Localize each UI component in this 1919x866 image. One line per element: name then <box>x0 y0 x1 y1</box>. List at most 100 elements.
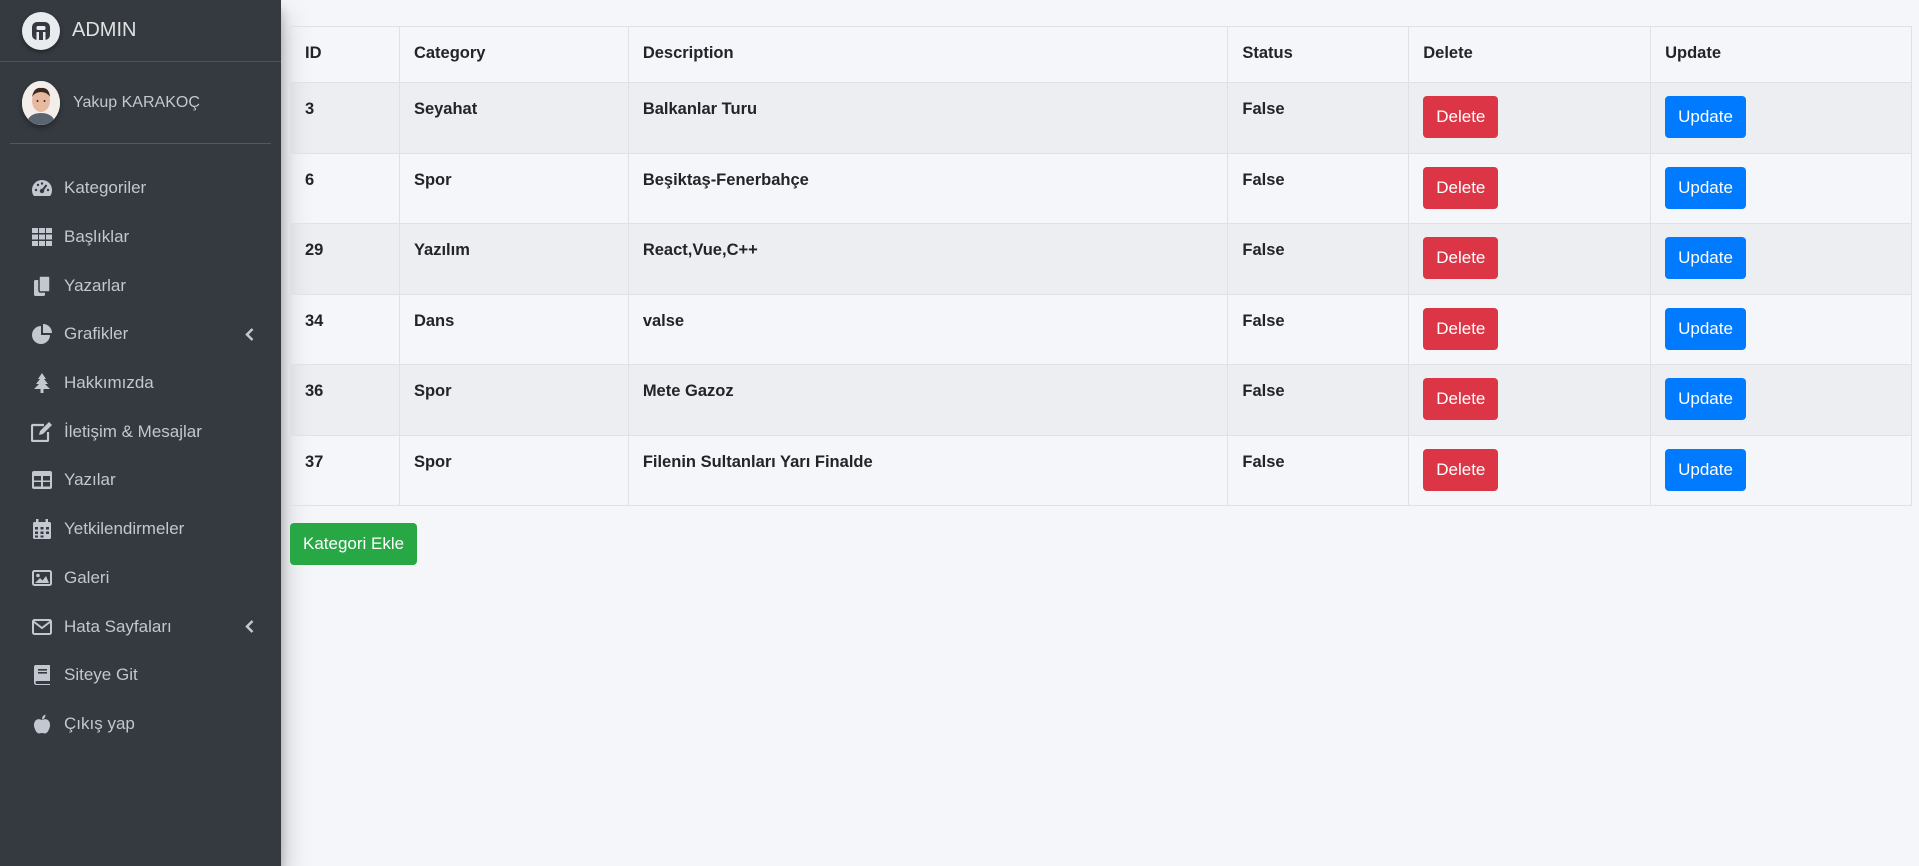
tachometer-icon <box>30 177 54 199</box>
sidebar-item-yetkilendirmeler[interactable]: Yetkilendirmeler <box>0 505 281 554</box>
cell-update: Update <box>1650 82 1912 154</box>
sidebar-item-label: İletişim & Mesajlar <box>64 421 202 441</box>
delete-button[interactable]: Delete <box>1423 448 1499 491</box>
sidebar-item-yazarlar[interactable]: Yazarlar <box>0 261 281 310</box>
column-header-update: Update <box>1650 26 1912 83</box>
brand-title: ADMIN <box>72 19 137 41</box>
sidebar-item-label: Galeri <box>64 567 110 587</box>
edit-icon <box>30 421 54 443</box>
cell-delete: Delete <box>1408 82 1652 154</box>
cell-status: False <box>1227 434 1410 506</box>
add-category-button[interactable]: Kategori Ekle <box>290 523 418 565</box>
chevron-left-icon <box>245 620 255 634</box>
update-button[interactable]: Update <box>1665 166 1746 209</box>
table-icon <box>30 469 54 491</box>
delete-button[interactable]: Delete <box>1423 166 1499 209</box>
sidebar-item-label: Hakkımızda <box>64 373 154 393</box>
cell-id: 29 <box>290 223 400 295</box>
cell-id: 36 <box>290 364 400 436</box>
brand-link[interactable]: ADMIN <box>0 0 281 62</box>
cell-delete: Delete <box>1408 293 1652 365</box>
column-header-status: Status <box>1227 26 1410 83</box>
delete-button[interactable]: Delete <box>1423 237 1499 279</box>
cell-status: False <box>1227 293 1410 365</box>
cell-category: Seyahat <box>398 82 629 154</box>
image-icon <box>30 567 54 589</box>
sidebar-item-yazilar[interactable]: Yazılar <box>0 456 281 505</box>
delete-button[interactable]: Delete <box>1423 307 1499 350</box>
sidebar-item-label: Grafikler <box>64 324 129 344</box>
apple-icon <box>30 713 54 735</box>
table-row: 3 Seyahat Balkanlar Turu False Delete Up… <box>290 82 1912 154</box>
cell-description: Mete Gazoz <box>627 364 1229 436</box>
delete-button[interactable]: Delete <box>1423 378 1499 420</box>
sidebar-item-siteye-git[interactable]: Siteye Git <box>0 651 281 700</box>
column-header-category: Category <box>398 26 629 83</box>
avatar <box>22 80 60 125</box>
sidebar-item-label: Çıkış yap <box>64 713 135 733</box>
sidebar-item-label: Yetkilendirmeler <box>64 519 185 539</box>
category-table: ID Category Description Status Delete Up… <box>290 26 1912 506</box>
cell-delete: Delete <box>1408 152 1652 224</box>
cell-description: valse <box>627 293 1229 365</box>
cell-update: Update <box>1650 223 1912 295</box>
brand-logo-icon <box>22 11 60 50</box>
sidebar-item-label: Başlıklar <box>64 227 130 247</box>
column-header-delete: Delete <box>1408 26 1652 83</box>
tree-icon <box>30 372 54 394</box>
sidebar-item-basliklar[interactable]: Başlıklar <box>0 213 281 262</box>
cell-update: Update <box>1650 434 1912 506</box>
update-button[interactable]: Update <box>1665 307 1746 350</box>
table-row: 36 Spor Mete Gazoz False Delete Update <box>290 364 1912 436</box>
sidebar-item-label: Yazılar <box>64 470 116 490</box>
table-row: 29 Yazılım React,Vue,C++ False Delete Up… <box>290 223 1912 295</box>
table-row: 34 Dans valse False Delete Update <box>290 293 1912 365</box>
cell-category: Yazılım <box>398 223 629 295</box>
sidebar-item-label: Siteye Git <box>64 665 138 685</box>
update-button[interactable]: Update <box>1665 448 1746 491</box>
cell-description: React,Vue,C++ <box>627 223 1229 295</box>
sidebar-item-galeri[interactable]: Galeri <box>0 554 281 603</box>
table-row: 37 Spor Filenin Sultanları Yarı Finalde … <box>290 434 1912 506</box>
cell-update: Update <box>1650 364 1912 436</box>
sidebar-item-label: Kategoriler <box>64 178 147 198</box>
cell-status: False <box>1227 364 1410 436</box>
sidebar-item-label: Hata Sayfaları <box>64 616 172 636</box>
cell-category: Spor <box>398 364 629 436</box>
sidebar-item-cikis-yap[interactable]: Çıkış yap <box>0 700 281 749</box>
sidebar-item-grafikler[interactable]: Grafikler <box>0 310 281 359</box>
sidebar: ADMIN Yakup KARAKOÇ Kategoriler Başlıkla… <box>0 0 281 866</box>
cell-delete: Delete <box>1408 434 1652 506</box>
cell-id: 37 <box>290 434 400 506</box>
cell-category: Spor <box>398 434 629 506</box>
cell-status: False <box>1227 82 1410 154</box>
main-content: ID Category Description Status Delete Up… <box>281 0 1919 866</box>
update-button[interactable]: Update <box>1665 237 1746 279</box>
cell-status: False <box>1227 223 1410 295</box>
delete-button[interactable]: Delete <box>1423 96 1499 138</box>
cell-update: Update <box>1650 152 1912 224</box>
update-button[interactable]: Update <box>1665 378 1746 420</box>
cell-description: Beşiktaş-Fenerbahçe <box>627 152 1229 224</box>
user-panel[interactable]: Yakup KARAKOÇ <box>10 62 271 144</box>
pie-chart-icon <box>30 323 54 345</box>
cell-delete: Delete <box>1408 223 1652 295</box>
cell-id: 3 <box>290 82 400 154</box>
cell-category: Dans <box>398 293 629 365</box>
cell-id: 34 <box>290 293 400 365</box>
cell-category: Spor <box>398 152 629 224</box>
book-icon <box>30 664 54 686</box>
update-button[interactable]: Update <box>1665 96 1746 138</box>
sidebar-item-kategoriler[interactable]: Kategoriler <box>0 164 281 213</box>
user-name: Yakup KARAKOÇ <box>73 93 200 111</box>
sidebar-nav: Kategoriler Başlıklar Yazarlar Grafikler <box>0 144 281 748</box>
sidebar-item-hakkimizda[interactable]: Hakkımızda <box>0 359 281 408</box>
sidebar-item-hata-sayfalari[interactable]: Hata Sayfaları <box>0 602 281 651</box>
calendar-icon <box>30 518 54 540</box>
sidebar-item-iletisim[interactable]: İletişim & Mesajlar <box>0 407 281 456</box>
copy-icon <box>30 275 54 297</box>
envelope-icon <box>30 616 54 638</box>
cell-update: Update <box>1650 293 1912 365</box>
cell-description: Balkanlar Turu <box>627 82 1229 154</box>
cell-description: Filenin Sultanları Yarı Finalde <box>627 434 1229 506</box>
